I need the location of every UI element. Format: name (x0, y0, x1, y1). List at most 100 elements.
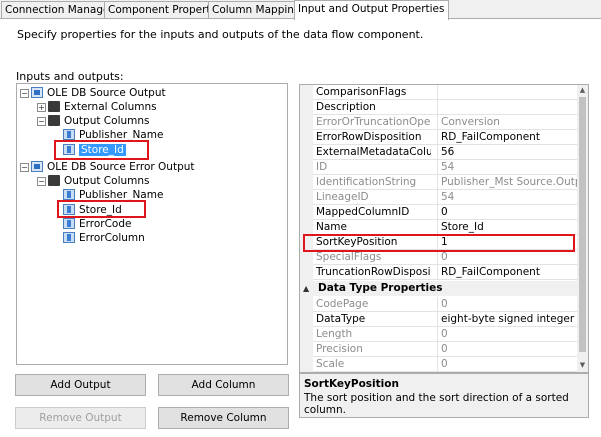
prop-name: DataType (316, 313, 366, 325)
remove-column-button[interactable]: Remove Column (158, 407, 289, 429)
expand-toggle[interactable]: + (37, 103, 46, 112)
prop-row-precision[interactable]: Precision 0 (313, 342, 577, 357)
tree-node-error-column[interactable]: ErrorColumn (63, 231, 145, 245)
prop-row-mappedcolumnid[interactable]: MappedColumnID 0 (313, 205, 577, 220)
scroll-up-icon[interactable]: ▲ (578, 86, 587, 95)
column-icon (63, 129, 75, 140)
scroll-thumb[interactable] (579, 97, 586, 352)
collapse-category-icon[interactable]: ▲ (303, 281, 309, 296)
prop-value[interactable]: RD_FailComponent (437, 265, 581, 279)
prop-value[interactable]: eight-byte signed integer [DT_I8 (437, 312, 581, 326)
prop-value: Conversion (437, 115, 581, 129)
prop-value[interactable]: Store_Id (437, 220, 581, 234)
prop-name: Description (316, 101, 376, 113)
prop-name: Length (316, 328, 353, 340)
tab-input-output-properties[interactable]: Input and Output Properties (294, 0, 449, 20)
tree-node-label: External Columns (64, 101, 157, 113)
prop-row-comparisonflags[interactable]: ComparisonFlags (313, 85, 577, 100)
prop-name: ID (316, 161, 328, 173)
tree-node-external-columns[interactable]: External Columns (48, 100, 157, 114)
prop-value[interactable] (437, 85, 581, 99)
highlight-box (54, 140, 149, 160)
prop-name: ErrorOrTruncationOperation (316, 116, 431, 128)
prop-value: 54 (437, 190, 581, 204)
collapse-toggle[interactable]: − (20, 89, 29, 98)
folder-icon (48, 115, 60, 126)
tree-node-label: Output Columns (64, 115, 150, 127)
source-output-icon (31, 161, 43, 172)
column-icon (63, 232, 75, 243)
tree-node-source-output[interactable]: OLE DB Source Output (31, 86, 166, 100)
prop-name: ExternalMetadataColumnID (316, 146, 431, 158)
prop-value[interactable]: RD_FailComponent (437, 130, 581, 144)
category-label: Data Type Properties (318, 282, 443, 294)
prop-name: ComparisonFlags (316, 86, 407, 98)
tree-node-label: OLE DB Source Error Output (47, 161, 195, 173)
prop-row-length[interactable]: Length 0 (313, 327, 577, 342)
collapse-toggle[interactable]: − (37, 177, 46, 186)
page-description: Specify properties for the inputs and ou… (17, 28, 424, 41)
property-help-panel: SortKeyPosition The sort position and th… (299, 373, 589, 418)
tree-node-label: OLE DB Source Output (47, 87, 166, 99)
prop-name: Precision (316, 343, 363, 355)
grid-gutter (300, 85, 313, 372)
collapse-toggle[interactable]: − (37, 117, 46, 126)
prop-value[interactable] (437, 100, 581, 114)
column-icon (63, 189, 75, 200)
prop-name: CodePage (316, 298, 369, 310)
add-output-button[interactable]: Add Output (15, 374, 146, 396)
prop-row-errorortruncationoperation[interactable]: ErrorOrTruncationOperation Conversion (313, 115, 577, 130)
scroll-down-icon[interactable]: ▼ (578, 361, 587, 370)
prop-row-id[interactable]: ID 54 (313, 160, 577, 175)
category-data-type-properties[interactable]: ▲ Data Type Properties (300, 281, 577, 296)
prop-value: 0 (437, 250, 581, 264)
tree-node-error-output[interactable]: OLE DB Source Error Output (31, 160, 195, 174)
prop-name: IdentificationString (316, 176, 417, 188)
prop-row-externalmetadatacolumnid[interactable]: ExternalMetadataColumnID 56 (313, 145, 577, 160)
prop-row-description[interactable]: Description (313, 100, 577, 115)
add-column-button[interactable]: Add Column (158, 374, 289, 396)
prop-row-scale[interactable]: Scale 0 (313, 357, 577, 372)
prop-value[interactable]: 56 (437, 145, 581, 159)
column-icon (63, 218, 75, 229)
help-text: The sort position and the sort direction… (304, 392, 569, 416)
prop-row-datatype[interactable]: DataType eight-byte signed integer [DT_I… (313, 312, 581, 327)
prop-name: Scale (316, 358, 345, 370)
prop-name: ErrorRowDisposition (316, 131, 422, 143)
prop-name: Name (316, 221, 347, 233)
prop-value: 0 (437, 327, 581, 341)
prop-row-truncationrowdisposition[interactable]: TruncationRowDisposition RD_FailComponen… (313, 265, 577, 280)
prop-row-specialflags[interactable]: SpecialFlags 0 (313, 250, 577, 265)
tree-node-label: ErrorColumn (79, 232, 145, 244)
prop-value[interactable]: 0 (437, 205, 581, 219)
help-title: SortKeyPosition (304, 378, 399, 390)
vertical-scrollbar[interactable]: ▲ ▼ (577, 85, 588, 372)
folder-icon (48, 175, 60, 186)
inputs-outputs-label: Inputs and outputs: (16, 70, 124, 83)
prop-row-name[interactable]: Name Store_Id (313, 220, 577, 235)
inputs-outputs-tree[interactable]: − OLE DB Source Output + External Column… (16, 83, 288, 365)
highlight-box (57, 200, 146, 218)
source-output-icon (31, 87, 43, 98)
prop-name: TruncationRowDisposition (316, 266, 431, 278)
tree-node-label: ErrorCode (79, 218, 132, 230)
prop-row-identificationstring[interactable]: IdentificationString Publisher_Mst Sourc… (313, 175, 581, 190)
property-grid[interactable]: ComparisonFlags Description ErrorOrTrunc… (299, 84, 589, 373)
prop-name: MappedColumnID (316, 206, 410, 218)
prop-row-errorrowdisposition[interactable]: ErrorRowDisposition RD_FailComponent (313, 130, 577, 145)
prop-value: 0 (437, 297, 581, 311)
prop-name: LineageID (316, 191, 369, 203)
tree-node-output-columns[interactable]: Output Columns (48, 114, 150, 128)
collapse-toggle[interactable]: − (20, 163, 29, 172)
prop-row-codepage[interactable]: CodePage 0 (313, 297, 577, 312)
highlight-box (303, 234, 575, 252)
remove-output-button[interactable]: Remove Output (15, 407, 146, 429)
tree-node-error-code[interactable]: ErrorCode (63, 217, 131, 231)
prop-row-lineageid[interactable]: LineageID 54 (313, 190, 577, 205)
prop-value: 0 (437, 342, 581, 356)
prop-value: Publisher_Mst Source.Outputs[O (437, 175, 581, 189)
tab-bar: Connection Managers Component Properties… (0, 0, 601, 20)
tree-node-label: Output Columns (64, 175, 150, 187)
tree-node-error-output-columns[interactable]: Output Columns (48, 174, 150, 188)
prop-value: 0 (437, 357, 581, 371)
